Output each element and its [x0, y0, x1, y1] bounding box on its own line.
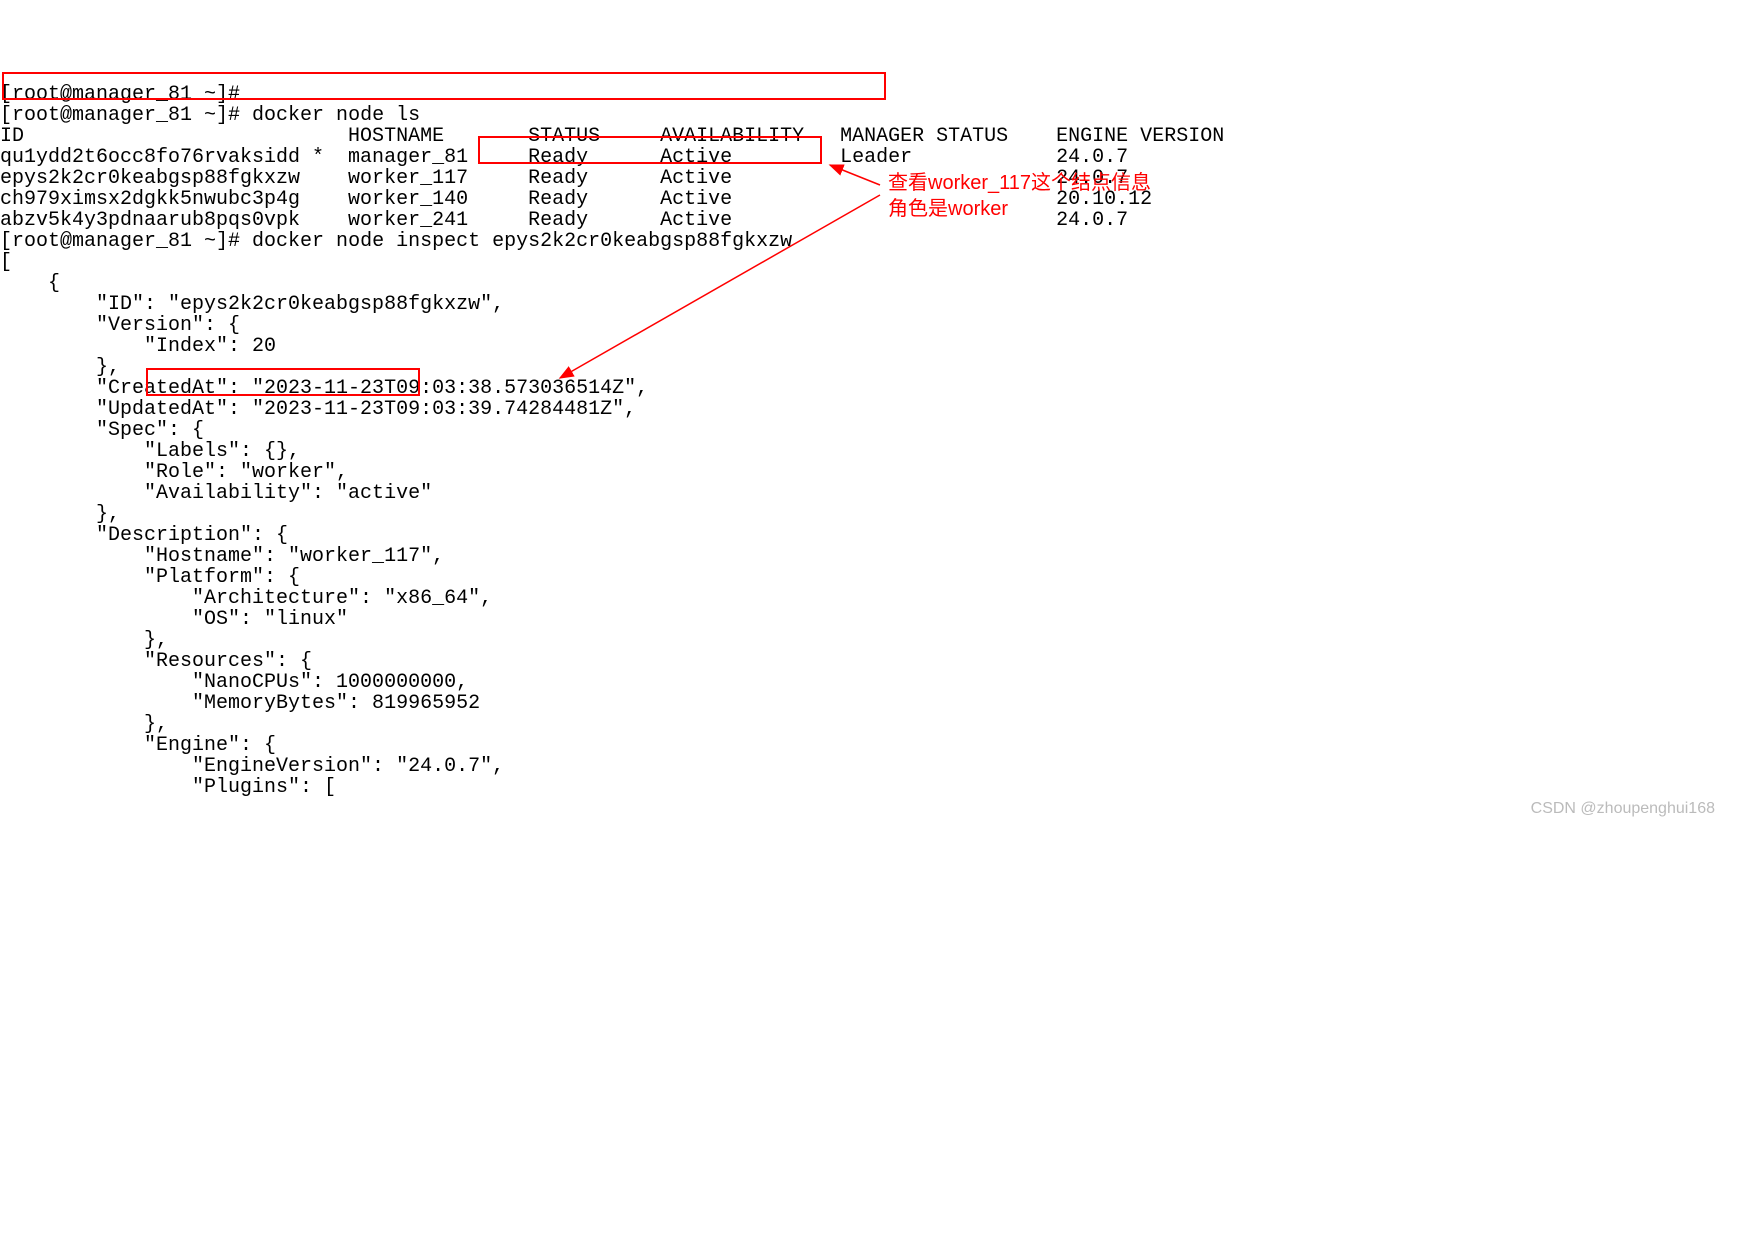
- command-2-prefix: docker node inspect: [252, 230, 492, 253]
- table-header: ID HOSTNAME STATUS AVAILABILITY MANAGER …: [0, 125, 1224, 148]
- terminal-output[interactable]: [root@manager_81 ~]# [root@manager_81 ~]…: [0, 84, 1755, 798]
- command-1: docker node ls: [252, 104, 420, 127]
- annotation-line-1: 查看worker_117这个结点信息: [888, 170, 1151, 196]
- annotation-line-2: 角色是worker: [888, 196, 1151, 222]
- prompt-cut-line: [root@manager_81 ~]#: [0, 83, 240, 106]
- watermark: CSDN @zhoupenghui168: [1531, 801, 1715, 818]
- json-output: [ { "ID": "epys2k2cr0keabgsp88fgkxzw", "…: [0, 251, 648, 799]
- prompt-2: [root@manager_81 ~]#: [0, 230, 252, 253]
- prompt-1: [root@manager_81 ~]#: [0, 104, 252, 127]
- command-2-arg: epys2k2cr0keabgsp88fgkxzw: [492, 230, 792, 253]
- annotation-text: 查看worker_117这个结点信息 角色是worker: [888, 170, 1151, 222]
